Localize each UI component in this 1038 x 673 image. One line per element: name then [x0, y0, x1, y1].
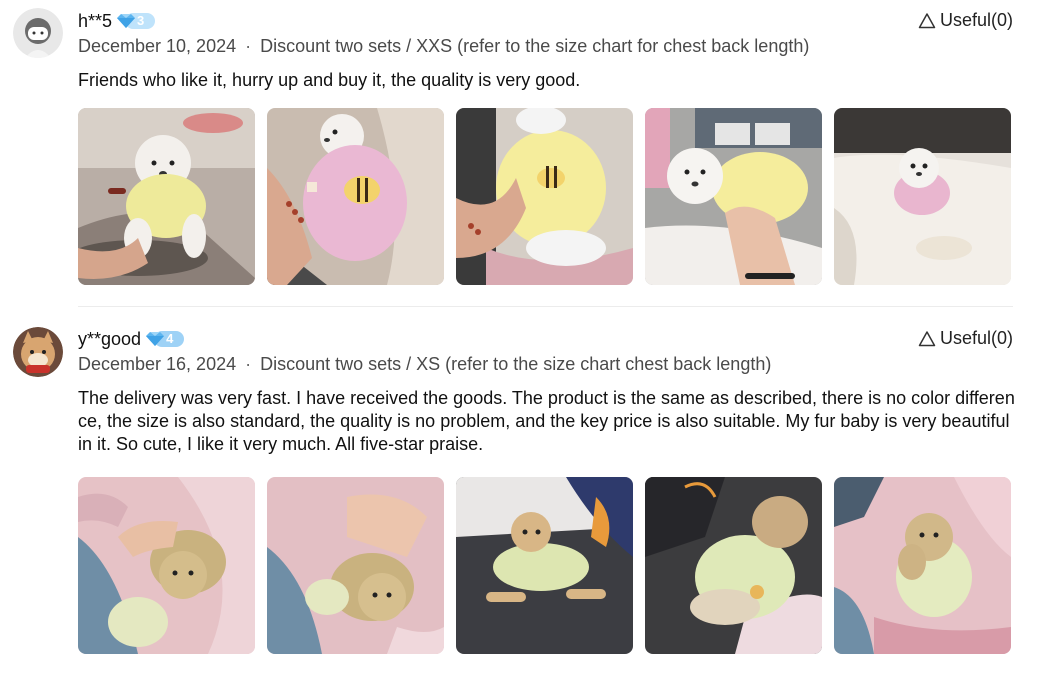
vip-level: 4 [166, 331, 174, 346]
diamond-icon [117, 13, 156, 29]
username: y**good [78, 329, 142, 349]
review-photos [78, 108, 1011, 285]
meta-separator: · [245, 354, 252, 374]
review-meta: December 10, 2024 · Discount two sets / XX… [78, 35, 809, 57]
purchased-variant: Discount two sets / XXS (refer to the si… [260, 36, 810, 56]
puppy-pink-bee-sweater-photo[interactable] [267, 108, 444, 285]
review-card: h**5 3 Useful(0) December 10, 2024 · Disco… [0, 0, 1038, 306]
avatar[interactable] [13, 327, 63, 377]
review-text: Friends who like it, hurry up and buy it… [78, 70, 581, 90]
user-name-row: y**good 4 [78, 327, 185, 351]
review-photos [78, 477, 1011, 654]
review-divider [78, 306, 1013, 307]
review-text: The delivery was very fast. I have recei… [78, 388, 1015, 454]
purchased-variant: Discount two sets / XS (refer to the siz… [260, 354, 772, 374]
puppy-yellow-sweater-photo[interactable] [78, 108, 255, 285]
avatar[interactable] [13, 8, 63, 58]
vip-badge: 3 [115, 11, 156, 31]
review-card: y**good 4 Useful(0) December 16, 2024 · Di… [0, 318, 1038, 668]
username: h**5 [78, 11, 113, 31]
triangle-up-icon [918, 12, 936, 28]
diamond-icon [146, 331, 185, 347]
useful-button[interactable]: Useful(0) [918, 328, 1013, 349]
review-date: December 16, 2024 [78, 354, 237, 374]
triangle-up-icon [918, 330, 936, 346]
useful-button[interactable]: Useful(0) [918, 10, 1013, 31]
useful-label: Useful(0) [939, 10, 1013, 30]
kitten-green-sweater-photo[interactable] [78, 477, 255, 654]
yellow-bee-sweater-photo[interactable] [456, 108, 633, 285]
vip-badge: 4 [144, 329, 185, 349]
kitten-back-green-sweater-photo[interactable] [645, 477, 822, 654]
user-name-row: h**5 3 [78, 9, 156, 33]
review-meta: December 16, 2024 · Discount two sets / XS… [78, 353, 771, 375]
kitten-held-green-sweater-photo[interactable] [834, 477, 1011, 654]
vip-level: 3 [137, 13, 145, 28]
meta-separator: · [245, 36, 252, 56]
puppy-pink-sweater-photo[interactable] [834, 108, 1011, 285]
kitten-green-sweater-photo-2[interactable] [267, 477, 444, 654]
kitten-lying-green-sweater-photo[interactable] [456, 477, 633, 654]
puppy-yellow-sweater-held-photo[interactable] [645, 108, 822, 285]
useful-label: Useful(0) [939, 328, 1013, 348]
review-date: December 10, 2024 [78, 36, 237, 56]
